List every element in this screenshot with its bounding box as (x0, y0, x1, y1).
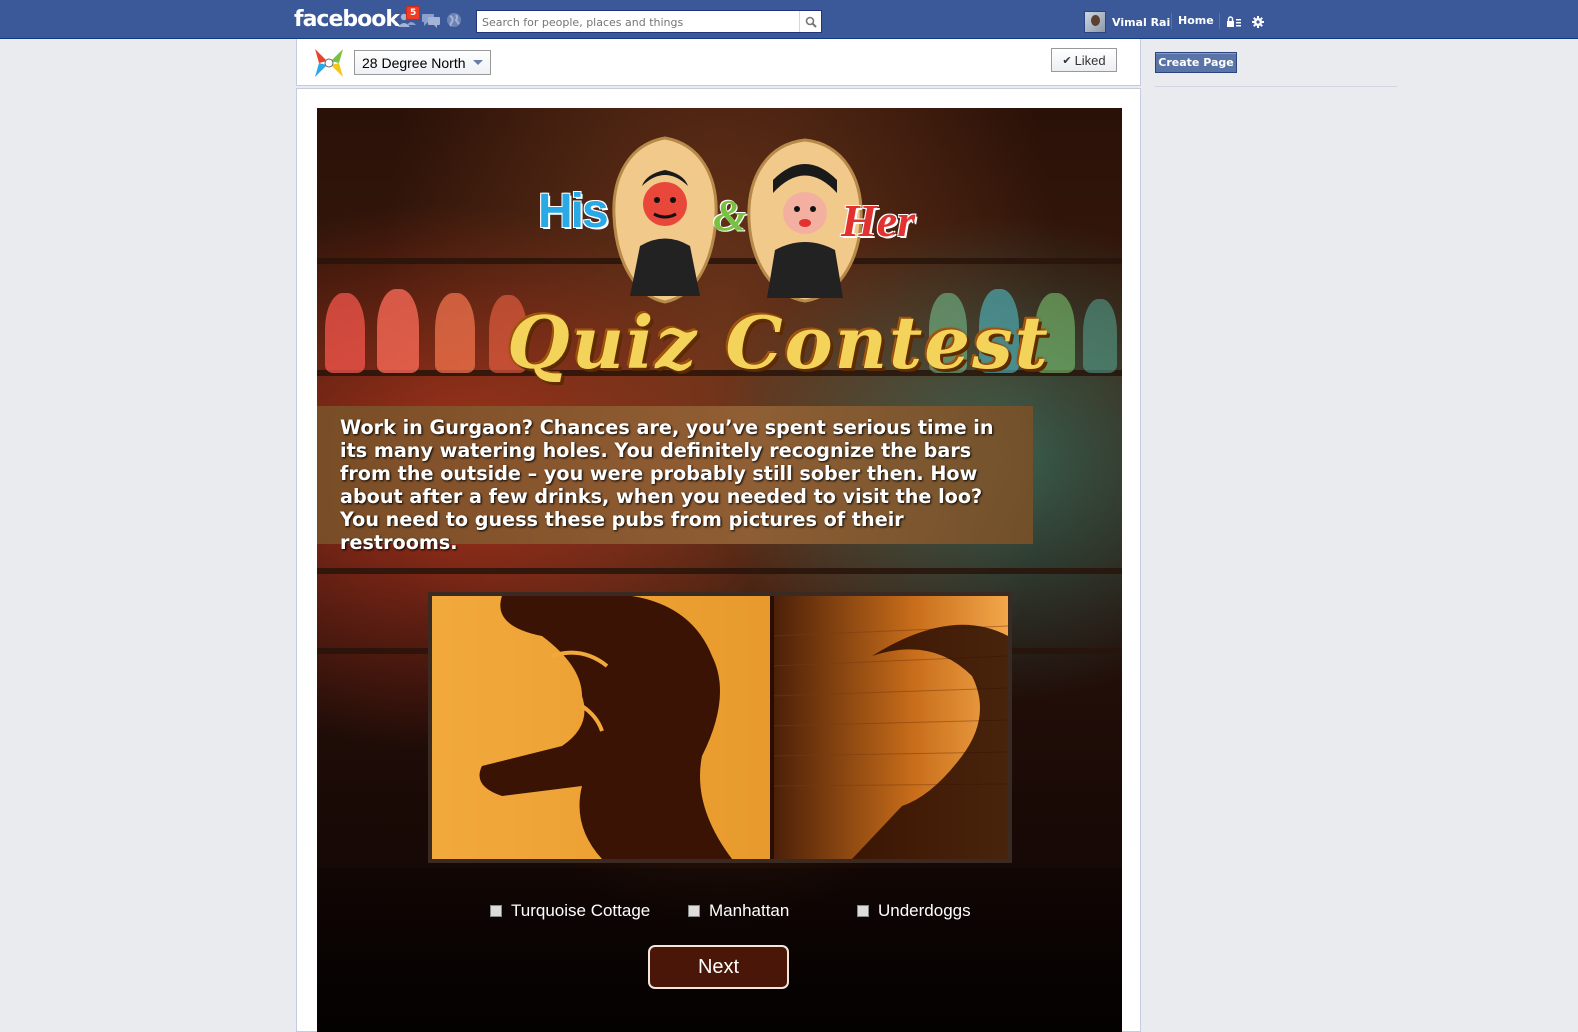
option-label: Underdoggs (878, 901, 971, 920)
avatar (1084, 11, 1106, 33)
option-manhattan[interactable]: Manhattan (688, 901, 789, 921)
his-label: His (538, 185, 609, 238)
answer-options: Turquoise Cottage Manhattan Underdoggs (317, 901, 1122, 925)
restroom-photo (428, 592, 1012, 863)
facebook-logo[interactable]: facebook (294, 7, 400, 32)
messages-icon[interactable] (422, 12, 440, 28)
her-label: Her (841, 195, 916, 246)
page-header: 28 Degree North ✔ Liked (296, 39, 1141, 86)
privacy-shortcuts-icon[interactable] (1226, 14, 1242, 28)
chevron-down-icon (473, 60, 483, 65)
intro-panel: Work in Gurgaon? Chances are, you’ve spe… (317, 406, 1033, 554)
intro-text: Work in Gurgaon? Chances are, you’ve spe… (340, 416, 994, 554)
create-page-button[interactable]: Create Page (1155, 52, 1237, 73)
check-icon: ✔ (1062, 54, 1072, 67)
page-logo[interactable] (313, 47, 345, 79)
sidebar-divider (1155, 86, 1397, 87)
checkbox[interactable] (490, 905, 502, 917)
option-label: Turquoise Cottage (511, 901, 651, 920)
search-input[interactable] (477, 12, 799, 33)
nav-divider (1219, 13, 1220, 29)
gear-icon[interactable] (1251, 14, 1267, 28)
checkbox[interactable] (688, 905, 700, 917)
next-button[interactable]: Next (648, 945, 789, 989)
search-button[interactable] (799, 11, 821, 32)
liked-button[interactable]: ✔ Liked (1051, 48, 1117, 72)
user-name: Vimal Rai (1112, 15, 1171, 29)
home-link[interactable]: Home (1178, 14, 1214, 27)
page-name: 28 Degree North (362, 54, 466, 71)
quiz-title: Quiz Contest (507, 300, 1050, 385)
user-profile-link[interactable]: Vimal Rai (1084, 11, 1170, 33)
option-label: Manhattan (709, 901, 790, 920)
liked-label: Liked (1074, 52, 1106, 68)
globe-icon[interactable] (446, 12, 464, 28)
search-box (476, 10, 822, 33)
page-name-dropdown[interactable]: 28 Degree North (354, 50, 491, 75)
search-icon (805, 16, 817, 28)
his-portrait (612, 136, 718, 304)
checkbox[interactable] (857, 905, 869, 917)
option-turquoise-cottage[interactable]: Turquoise Cottage (490, 901, 650, 921)
ampersand-label: & (713, 191, 748, 240)
option-underdoggs[interactable]: Underdoggs (857, 901, 971, 921)
friend-requests-badge: 5 (406, 6, 421, 20)
nav-divider (1171, 13, 1172, 29)
top-navigation-bar: facebook 5 Vimal Rai Home (0, 0, 1578, 39)
quiz-app: His & Her Quiz Contest Work in Gurgaon? … (317, 108, 1122, 1032)
